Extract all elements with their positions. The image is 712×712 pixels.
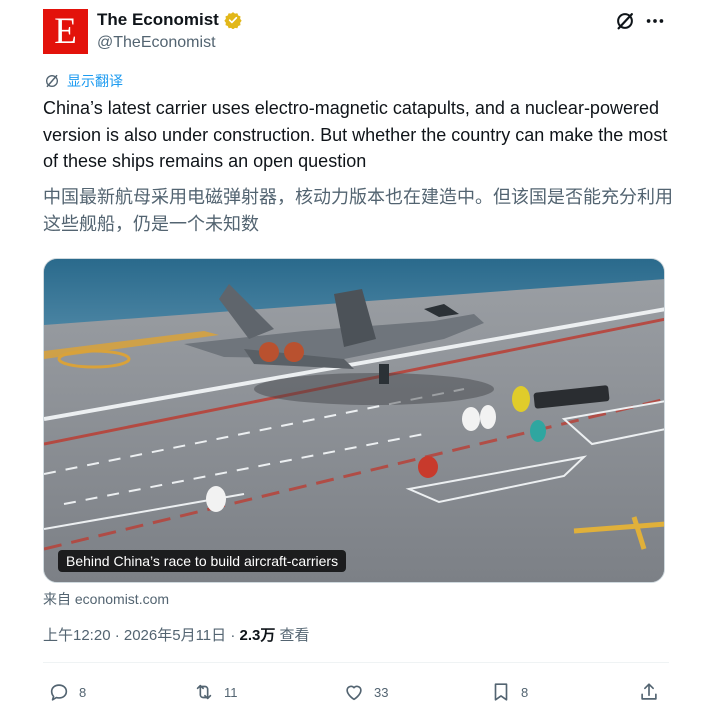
- bookmark-count: 8: [521, 684, 529, 700]
- carrier-jet-image: [44, 259, 664, 582]
- heart-icon: [346, 685, 362, 701]
- share-button[interactable]: [638, 681, 660, 703]
- economist-avatar[interactable]: E: [43, 9, 88, 54]
- retweet-icon: [196, 684, 212, 700]
- like-button[interactable]: 33: [343, 681, 388, 703]
- divider: [43, 662, 669, 663]
- link-card[interactable]: Behind China’s race to build aircraft-ca…: [43, 258, 665, 583]
- account-handle[interactable]: @TheEconomist: [97, 33, 216, 53]
- reply-button[interactable]: 8: [48, 681, 86, 703]
- bookmark-icon: [494, 683, 508, 701]
- show-translation-link[interactable]: 显示翻译: [44, 72, 123, 90]
- view-label: 查看: [275, 627, 310, 644]
- tweet-timestamp[interactable]: 上午12:20 · 2026年5月11日 ·: [43, 627, 239, 644]
- translate-icon: [46, 74, 58, 88]
- retweet-button[interactable]: 11: [193, 681, 238, 703]
- card-source[interactable]: 来自 economist.com: [43, 590, 169, 608]
- bookmark-button[interactable]: 8: [490, 681, 528, 703]
- display-name-row[interactable]: The Economist: [97, 10, 242, 30]
- reply-count: 8: [79, 684, 87, 700]
- logo-letter: E: [54, 11, 77, 52]
- retweet-count: 11: [224, 684, 238, 700]
- share-icon: [641, 683, 657, 700]
- verified-badge-icon[interactable]: [224, 11, 242, 29]
- grok-icon[interactable]: [614, 10, 636, 32]
- show-translation-label[interactable]: 显示翻译: [67, 72, 123, 90]
- tweet-meta: 上午12:20 · 2026年5月11日 · 2.3万 查看: [43, 626, 310, 646]
- reply-icon: [50, 684, 68, 701]
- like-count: 33: [374, 684, 389, 700]
- tweet-translation: 中国最新航母采用电磁弹射器，核动力版本也在建造中。但该国是否能充分利用这些舰船，…: [43, 187, 673, 234]
- more-icon[interactable]: [644, 10, 666, 32]
- tweet-text: China’s latest carrier uses electro-magn…: [43, 98, 668, 171]
- view-count: 2.3万: [239, 627, 276, 644]
- card-caption: Behind China’s race to build aircraft-ca…: [58, 550, 347, 572]
- display-name[interactable]: The Economist: [97, 10, 219, 30]
